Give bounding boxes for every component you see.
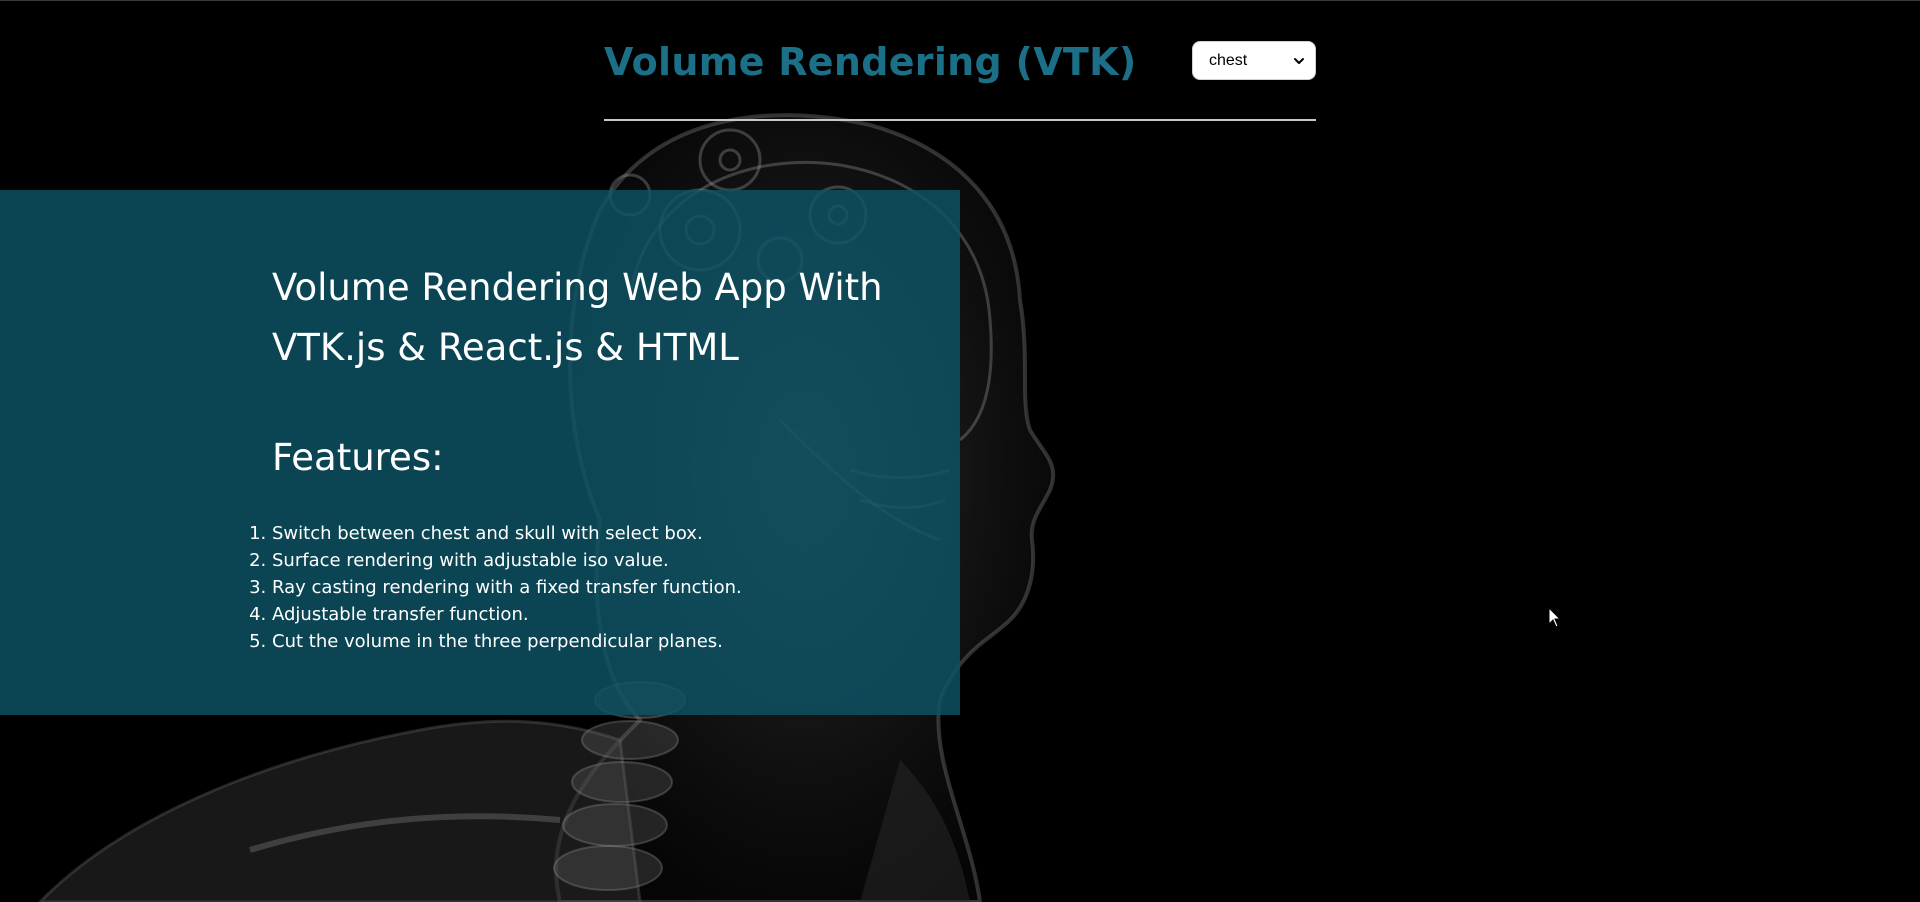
- dataset-select-value: chest: [1209, 51, 1248, 69]
- features-list: Switch between chest and skull with sele…: [272, 520, 742, 655]
- feature-item: Cut the volume in the three perpendicula…: [272, 628, 742, 655]
- feature-item: Switch between chest and skull with sele…: [272, 520, 742, 547]
- feature-item: Ray casting rendering with a fixed trans…: [272, 574, 742, 601]
- feature-item: Adjustable transfer function.: [272, 601, 742, 628]
- header-divider: [604, 119, 1316, 121]
- feature-item: Surface rendering with adjustable iso va…: [272, 547, 742, 574]
- mouse-cursor-icon: [1548, 607, 1562, 628]
- dataset-select[interactable]: chest: [1192, 41, 1316, 80]
- chevron-down-icon: [1294, 57, 1304, 64]
- header: Volume Rendering (VTK) chest: [604, 30, 1316, 122]
- info-panel: Volume Rendering Web App With VTK.js & R…: [0, 190, 960, 715]
- intro-heading: Volume Rendering Web App With VTK.js & R…: [272, 266, 883, 369]
- features-heading: Features:: [272, 436, 444, 479]
- app-title: Volume Rendering (VTK): [604, 40, 1137, 84]
- page: Volume Rendering (VTK) chest Volume Rend…: [0, 0, 1920, 902]
